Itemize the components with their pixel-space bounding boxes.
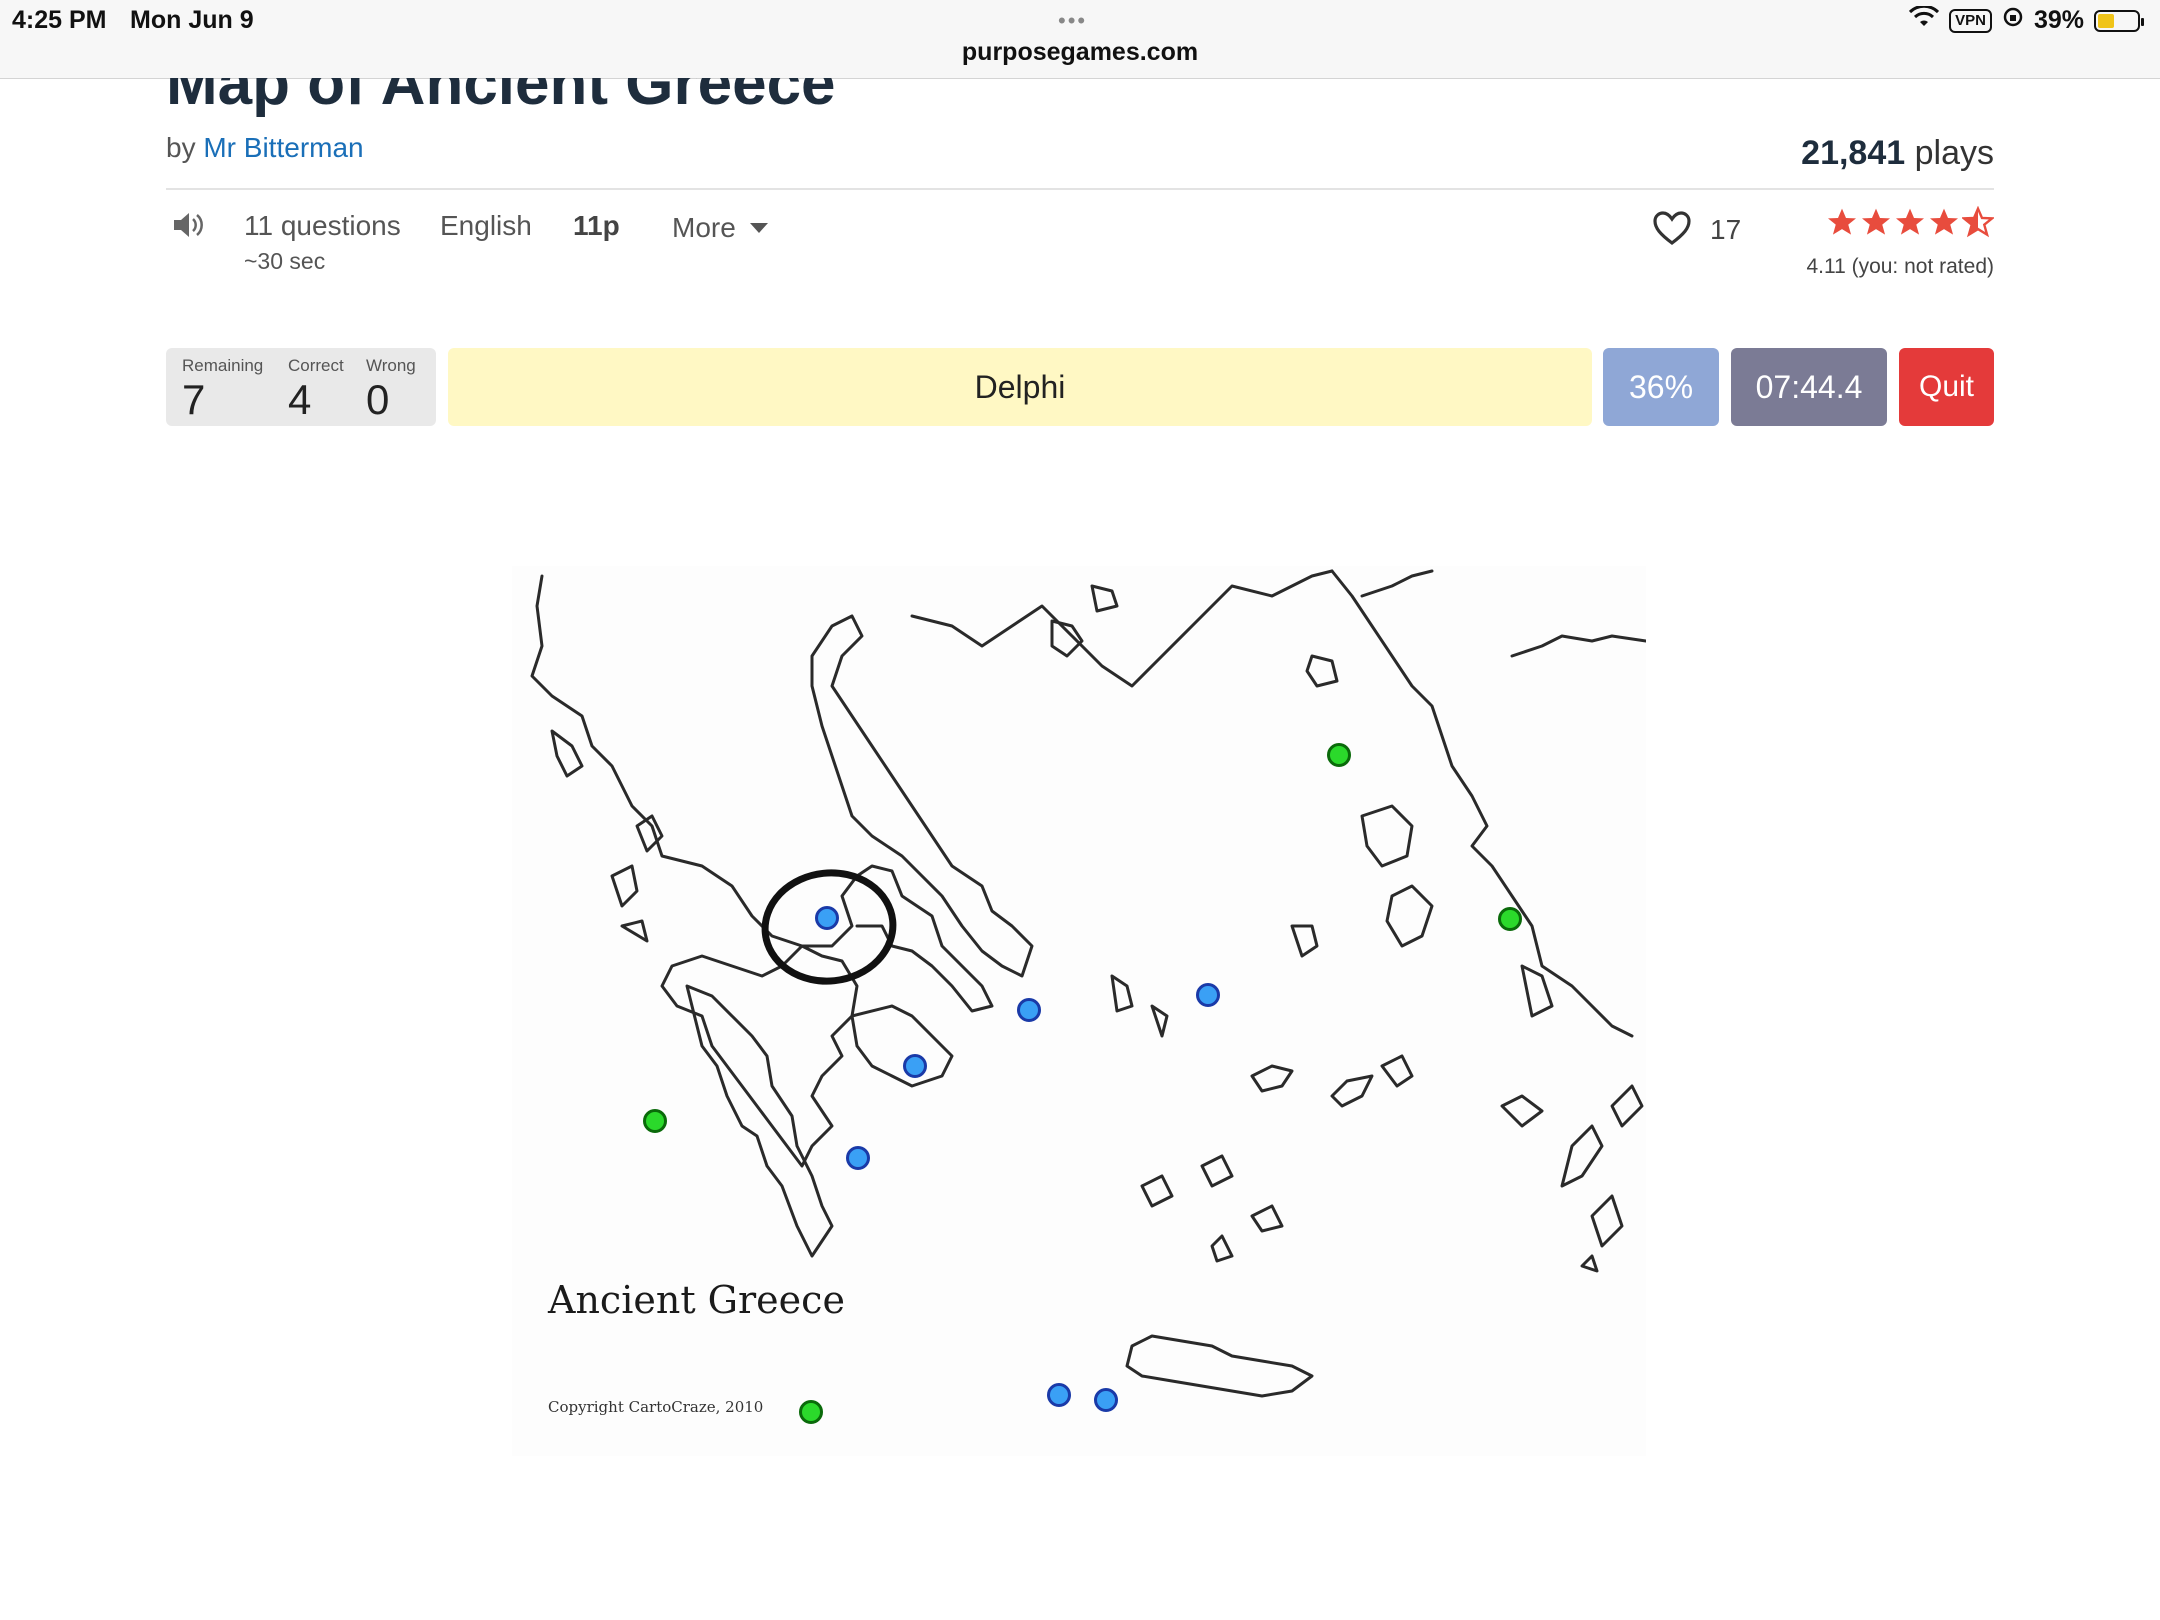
likes-count: 17: [1710, 214, 1742, 245]
battery-icon: [2094, 9, 2144, 32]
map-target-dot[interactable]: [846, 1146, 870, 1170]
map-target-dot[interactable]: [1196, 983, 1220, 1007]
wrong-value: 0: [366, 376, 390, 423]
status-icons: VPN 39%: [1909, 4, 2144, 35]
status-bar: 4:25 PM Mon Jun 9 ••• purposegames.com V…: [0, 0, 2160, 79]
estimated-time: ~30 sec: [244, 248, 326, 274]
star-icon: [1862, 208, 1890, 235]
map-target-dot[interactable]: [815, 906, 839, 930]
star-icon: [1896, 208, 1924, 235]
current-question: Delphi: [448, 348, 1592, 426]
progress-percent: 36%: [1603, 348, 1719, 426]
question-count: 11 questions: [244, 210, 401, 241]
chevron-down-icon: [749, 223, 768, 233]
page-title-container: Map of Ancient Greece: [166, 78, 1166, 118]
heart-icon[interactable]: [1652, 210, 1692, 251]
byline: by Mr Bitterman: [166, 132, 364, 164]
wifi-icon: [1909, 4, 1940, 35]
more-label: More: [672, 212, 736, 243]
clock: 4:25 PM: [12, 6, 107, 34]
map-answered-dot: [643, 1109, 667, 1133]
star-icon: [1930, 208, 1958, 235]
map-target-dot[interactable]: [903, 1054, 927, 1078]
vpn-badge: VPN: [1949, 8, 1992, 33]
language: English: [440, 210, 532, 241]
greece-outline: [530, 569, 1646, 1398]
battery-percent: 39%: [2033, 6, 2084, 34]
multitask-dots-icon[interactable]: •••: [1058, 8, 1087, 34]
map-answered-dot: [1327, 743, 1351, 767]
plays-count: 21,841 plays: [1801, 134, 1994, 173]
speaker-icon[interactable]: [172, 210, 206, 245]
score-counter: Remaining 7 Correct 4 Wrong 0: [166, 348, 436, 426]
crete-outline: [1125, 1334, 1314, 1398]
map-copyright: Copyright CartoCraze, 2010: [548, 1398, 764, 1416]
divider: [166, 188, 1994, 190]
more-dropdown[interactable]: More: [672, 212, 768, 244]
quit-button[interactable]: Quit: [1899, 348, 1994, 426]
wrong-label: Wrong: [366, 356, 416, 375]
map-answered-dot: [799, 1400, 823, 1424]
byline-prefix: by: [166, 132, 196, 163]
map-target-dot[interactable]: [1094, 1388, 1118, 1412]
map-target-dot[interactable]: [1047, 1383, 1071, 1407]
plays-number: 21,841: [1801, 134, 1906, 172]
correct-value: 4: [288, 376, 312, 423]
rating-text: 4.11 (you: not rated): [1806, 255, 1994, 278]
map-image: Ancient Greece Copyright CartoCraze, 201…: [512, 566, 1646, 1456]
map-answered-dot: [1498, 907, 1522, 931]
page-title: Map of Ancient Greece: [166, 78, 836, 118]
map-title: Ancient Greece: [548, 1278, 845, 1322]
orientation-lock-icon: [2002, 6, 2024, 35]
correct-label: Correct: [288, 356, 344, 375]
star-icon: [1828, 208, 1856, 235]
map-target-dot[interactable]: [1017, 998, 1041, 1022]
date: Mon Jun 9: [130, 6, 254, 34]
points: 11p: [573, 210, 620, 241]
half-star-icon: [1962, 206, 1994, 238]
author-link[interactable]: Mr Bitterman: [203, 132, 363, 163]
remaining-value: 7: [182, 376, 206, 423]
rating-stars[interactable]: [1826, 206, 1994, 238]
game-timer: 07:44.4: [1731, 348, 1887, 426]
address-bar[interactable]: purposegames.com: [0, 38, 2160, 67]
remaining-label: Remaining: [182, 356, 264, 375]
plays-label: plays: [1914, 134, 1994, 172]
